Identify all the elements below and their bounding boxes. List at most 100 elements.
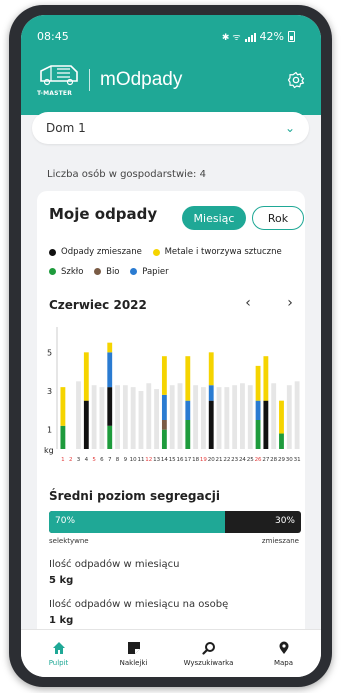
phone-frame: 08:45 ✱ ᯤ 42% T-MASTER mOdpady Dom 1 ⌄ L… [9, 5, 332, 687]
bar-segment [107, 387, 113, 426]
y-tick-label: 1 [47, 426, 52, 435]
bar-segment [263, 400, 269, 449]
status-time: 08:45 [37, 30, 69, 43]
x-tick-label: 24 [239, 457, 246, 463]
nav-wyszukiwarka[interactable]: Wyszukiwarka [174, 641, 244, 667]
legend-dot [130, 268, 138, 275]
app-bar: T-MASTER mOdpady [37, 63, 305, 97]
legend-label: Bio [106, 266, 120, 277]
x-tick-label: 21 [216, 457, 223, 463]
bar-segment [107, 352, 113, 388]
bar-segment [83, 352, 89, 401]
bar-segment [263, 356, 269, 401]
chevron-left-icon[interactable]: ‹ [241, 295, 255, 311]
legend-label: Szkło [61, 266, 84, 277]
bluetooth-wifi-icons: ✱ ᯤ [221, 33, 241, 43]
map-pin-icon [279, 641, 288, 654]
x-tick-label: 16 [177, 457, 184, 463]
legend-dot [94, 268, 102, 275]
bar-segment [208, 385, 214, 401]
legend-dot [49, 248, 56, 256]
status-bar: 08:45 ✱ ᯤ 42% [21, 30, 321, 46]
truck-icon [40, 65, 78, 86]
x-tick-label: 5 [92, 457, 96, 463]
nav-mapa[interactable]: Mapa [249, 641, 319, 667]
app-title: mOdpady [100, 69, 183, 90]
bar-segment [185, 420, 191, 449]
household-select-value: Dom 1 [46, 121, 86, 135]
month-button[interactable]: Miesiąc [182, 206, 246, 230]
x-tick-label: 10 [130, 457, 137, 463]
nav-pulpit[interactable]: Pulpit [24, 641, 94, 667]
average-bar [294, 381, 300, 449]
nav-label: Mapa [273, 658, 294, 667]
x-tick-label: 11 [137, 457, 144, 463]
x-tick-label: 26 [255, 457, 262, 463]
x-tick-label: 20 [208, 457, 215, 463]
average-bar [240, 383, 245, 449]
x-tick-label: 22 [223, 457, 230, 463]
bar-segment [185, 400, 191, 420]
monthly-waste-value: 5 kg [49, 575, 74, 586]
legend-label: Papier [142, 266, 169, 277]
average-bar [115, 385, 120, 449]
y-tick-label: 5 [47, 348, 52, 357]
x-tick-label: 19 [200, 457, 207, 463]
card-title: Moje odpady [49, 205, 158, 223]
selective-label: selektywne [49, 537, 89, 545]
bar-segment [208, 352, 214, 386]
legend-item-paper: Papier [130, 263, 169, 281]
x-tick-label: 9 [124, 457, 128, 463]
per-person-waste-label: Ilość odpadów w miesiącu na osobę [49, 599, 229, 610]
bar-segment [161, 394, 167, 420]
battery-icon [288, 31, 295, 42]
year-button[interactable]: Rok [252, 206, 304, 230]
x-tick-label: 29 [278, 457, 285, 463]
x-tick-label: 8 [116, 457, 120, 463]
battery-percent: 42% [259, 30, 284, 43]
average-bar [271, 383, 277, 449]
average-bar [200, 387, 206, 449]
tmaster-logo: T-MASTER [37, 63, 81, 97]
bar-segment [255, 400, 261, 420]
legend-label: Metale i tworzywa sztuczne [164, 247, 282, 257]
home-icon [52, 641, 65, 654]
per-person-waste-value: 1 kg [49, 615, 74, 626]
nav-naklejki[interactable]: Naklejki [99, 641, 169, 667]
nav-label: Naklejki [119, 658, 148, 667]
status-icons: ✱ ᯤ 42% [222, 30, 295, 43]
bar-segment [107, 425, 113, 449]
average-bar [177, 383, 183, 449]
waste-card: Moje odpady Miesiąc Rok Odpady zmieszane… [37, 191, 305, 649]
segregation-fill [49, 511, 226, 533]
x-tick-label: 6 [100, 457, 104, 463]
nav-label: Pulpit [48, 658, 69, 667]
sticker-icon [127, 641, 140, 654]
x-tick-label: 30 [286, 457, 293, 463]
legend-dot [152, 248, 160, 256]
logo-text: T-MASTER [37, 90, 73, 97]
average-bar [130, 387, 136, 449]
x-tick-label: 28 [270, 457, 277, 463]
signal-icon [244, 32, 256, 42]
x-tick-label: 2 [69, 457, 73, 463]
bar-segment [279, 400, 284, 434]
bar-segment [255, 365, 261, 401]
nav-label: Wyszukiwarka [183, 658, 234, 667]
gear-icon[interactable] [287, 71, 305, 89]
x-tick-label: 31 [294, 457, 301, 463]
selective-percent: 70% [55, 516, 76, 526]
chevron-right-icon[interactable]: › [283, 295, 297, 311]
average-bar [154, 389, 160, 449]
bar-segment [208, 400, 214, 449]
average-bar [146, 383, 152, 449]
x-tick-label: 15 [169, 457, 176, 463]
legend-label: Odpady zmieszane [61, 247, 142, 257]
segregation-bar: 70% 30% [49, 511, 301, 533]
mixed-percent: 30% [274, 516, 295, 526]
household-select[interactable]: Dom 1 ⌄ [32, 112, 309, 144]
header-divider [89, 69, 90, 91]
bar-segment [83, 400, 89, 449]
average-bar [138, 391, 144, 449]
waste-chart: 1 3 5 kg 1 2 3 4 5 6 7 8 9 10 11 12 13 14 15 16 17 18 19 20 21 22… [43, 319, 305, 469]
